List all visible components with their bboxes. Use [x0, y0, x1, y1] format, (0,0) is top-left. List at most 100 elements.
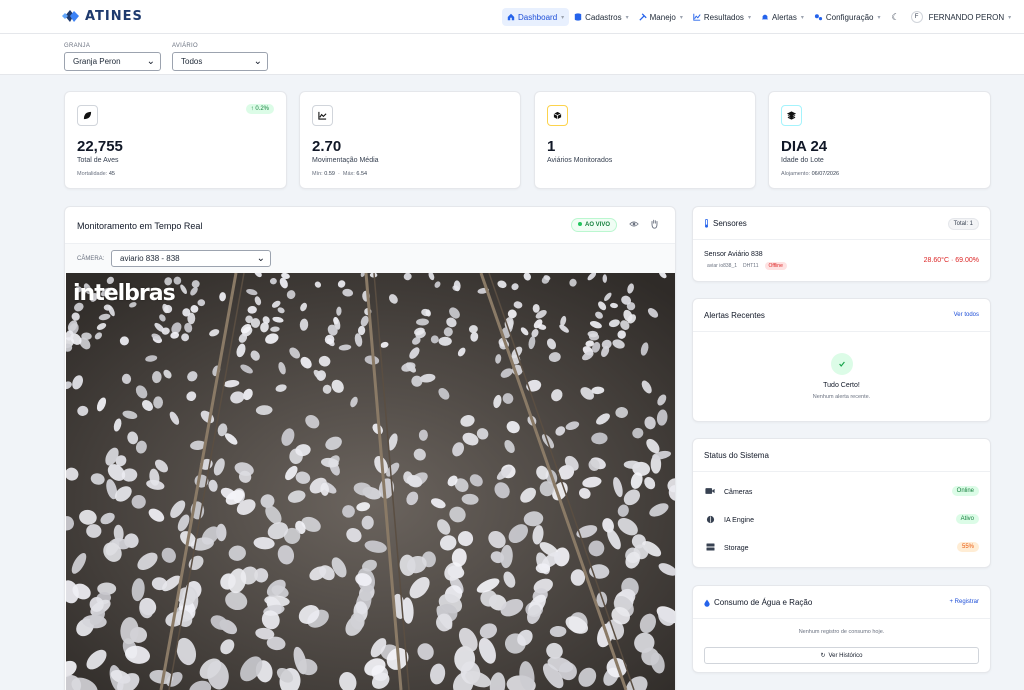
- sensors-total-badge: Total: 1: [947, 218, 979, 230]
- hand-icon[interactable]: [650, 219, 659, 231]
- nav-manejo[interactable]: Manejo ▾: [634, 8, 688, 26]
- divider: [693, 471, 990, 472]
- eye-icon[interactable]: [629, 219, 639, 231]
- system-status-card: Status do Sistema Câmeras Online IA Engi…: [692, 438, 991, 568]
- dark-mode-toggle-icon[interactable]: ☾: [885, 12, 905, 23]
- brand-logo[interactable]: ATINES: [61, 8, 143, 24]
- nav-alertas[interactable]: Alertas ▾: [756, 8, 809, 26]
- camera-feed[interactable]: intelbras: [66, 273, 675, 690]
- chevron-down-icon: ▾: [1008, 14, 1012, 21]
- consumption-empty: Nenhum registro de consumo hoje.: [798, 629, 885, 635]
- nav-configuracao[interactable]: Configuração ▾: [809, 8, 886, 26]
- chevron-down-icon: ▾: [800, 14, 804, 21]
- chevron-down-icon: ▾: [561, 14, 565, 21]
- user-menu[interactable]: F FERNANDO PERON ▾: [906, 8, 1017, 26]
- stat-sub: Mín: 0.59 · Máx: 6.54: [312, 171, 368, 177]
- camera-row: CÂMERA: aviario 838 - 838 ⌄: [65, 243, 675, 273]
- stat-label: Aviários Monitorados: [547, 157, 613, 164]
- live-dot-icon: [577, 222, 582, 227]
- bell-icon: [761, 14, 769, 20]
- brain-icon: [705, 515, 715, 526]
- stat-label: Total de Aves: [77, 157, 119, 164]
- nav-resultados[interactable]: Resultados ▾: [688, 8, 756, 26]
- nav-cadastros[interactable]: Cadastros ▾: [569, 8, 633, 26]
- sensor-id: aviar io838_1: [707, 263, 738, 269]
- stat-value: 22,755: [77, 138, 123, 155]
- camera-brand-watermark: intelbras: [73, 281, 176, 306]
- chart-icon: [693, 13, 701, 21]
- filter-bar: GRANJA Granja Peron ⌄ AVIÁRIO Todos ⌄: [0, 34, 1024, 75]
- camera-select[interactable]: aviario 838 - 838 ⌄: [111, 250, 271, 267]
- history-button-label: Ver Histórico: [828, 652, 863, 659]
- status-badge: 55%: [956, 542, 979, 552]
- history-icon: ↻: [820, 653, 826, 659]
- nav-label: Configuração: [825, 12, 874, 22]
- monitor-card: Monitoramento em Tempo Real AO VIVO CÂME…: [64, 206, 676, 690]
- logo-mark-icon: [62, 10, 79, 22]
- home-icon: [507, 13, 515, 21]
- see-all-alerts-link[interactable]: Ver todos: [954, 312, 979, 318]
- user-name: FERNANDO PERON: [928, 12, 1005, 22]
- chevron-down-icon: ⌄: [146, 56, 155, 67]
- stat-value: DIA 24: [781, 138, 828, 155]
- camera-feed-image: [66, 273, 675, 690]
- leaf-icon: [77, 105, 98, 126]
- thermometer-icon: [705, 219, 708, 228]
- tools-icon: [638, 13, 647, 21]
- consumption-header: Consumo de Água e Ração: [704, 598, 812, 607]
- sensor-meta: aviar io838_1 DHT11 Offline: [707, 262, 787, 270]
- sensor-reading: 28.60°C · 69.00%: [923, 257, 979, 264]
- system-row-storage: Storage: [705, 543, 749, 553]
- sensor-status-badge: Offline: [764, 262, 787, 270]
- nav-label: Manejo: [649, 12, 676, 22]
- system-row-cameras: Câmeras: [705, 487, 752, 497]
- layers-icon: [781, 105, 802, 126]
- register-consumption-link[interactable]: + Registrar: [949, 599, 979, 605]
- aviario-value: Todos: [181, 57, 203, 66]
- sensor-name: Sensor Aviário 838: [704, 251, 763, 258]
- nav-label: Alertas: [771, 12, 797, 22]
- divider: [693, 618, 990, 619]
- system-title: Status do Sistema: [704, 451, 769, 460]
- granja-value: Granja Peron: [73, 57, 121, 66]
- system-row-label: IA Engine: [724, 517, 754, 524]
- system-row-ia-engine: IA Engine: [705, 515, 754, 526]
- chevron-down-icon: ▾: [679, 14, 683, 21]
- stat-card-movimentacao: 2.70 Movimentação Média Mín: 0.59 · Máx:…: [299, 91, 521, 189]
- chevron-down-icon: ⌄: [256, 253, 265, 264]
- nav-dashboard[interactable]: Dashboard ▾: [502, 8, 570, 26]
- stat-card-idade: DIA 24 Idade do Lote Alojamento: 06/07/2…: [768, 91, 991, 189]
- cogs-icon: [814, 14, 822, 21]
- sensors-header: Sensores: [704, 219, 747, 228]
- granja-select[interactable]: Granja Peron ⌄: [64, 52, 161, 71]
- stat-label: Idade do Lote: [781, 157, 824, 164]
- camera-value: aviario 838 - 838: [120, 254, 180, 263]
- chevron-down-icon: ▾: [877, 14, 881, 21]
- divider: [693, 239, 990, 240]
- stat-card-aviarios: 1 Aviários Monitorados: [534, 91, 756, 189]
- camera-label: CÂMERA:: [77, 256, 105, 262]
- consumption-card: Consumo de Água e Ração + Registrar Nenh…: [692, 585, 991, 673]
- history-button[interactable]: ↻ Ver Histórico: [704, 647, 979, 664]
- status-badge: Online: [951, 486, 979, 496]
- monitor-title: Monitoramento em Tempo Real: [77, 221, 203, 231]
- sensor-type: DHT11: [743, 263, 759, 269]
- stat-sub: Mortalidade: 45: [77, 171, 115, 177]
- chevron-down-icon: ▾: [747, 14, 751, 21]
- avatar: F: [910, 11, 923, 23]
- alerts-card: Alertas Recentes Ver todos Tudo Certo! N…: [692, 298, 991, 422]
- nav-label: Resultados: [703, 12, 744, 22]
- main-nav: Dashboard ▾ Cadastros ▾ Manejo ▾ Resulta…: [502, 8, 1016, 26]
- line-chart-icon: [312, 105, 333, 126]
- alerts-ok-sub: Nenhum alerta recente.: [812, 394, 871, 400]
- database-icon: [574, 13, 582, 21]
- water-drop-icon: [704, 599, 710, 607]
- trend-badge: ↑ 0.2%: [245, 104, 274, 114]
- system-row-label: Câmeras: [724, 488, 753, 496]
- stat-label: Movimentação Média: [312, 157, 379, 164]
- consumption-title: Consumo de Água e Ração: [714, 598, 813, 607]
- storage-icon: [705, 543, 715, 553]
- nav-label: Cadastros: [585, 12, 622, 22]
- aviario-select[interactable]: Todos ⌄: [172, 52, 268, 71]
- aviario-label: AVIÁRIO: [172, 43, 198, 49]
